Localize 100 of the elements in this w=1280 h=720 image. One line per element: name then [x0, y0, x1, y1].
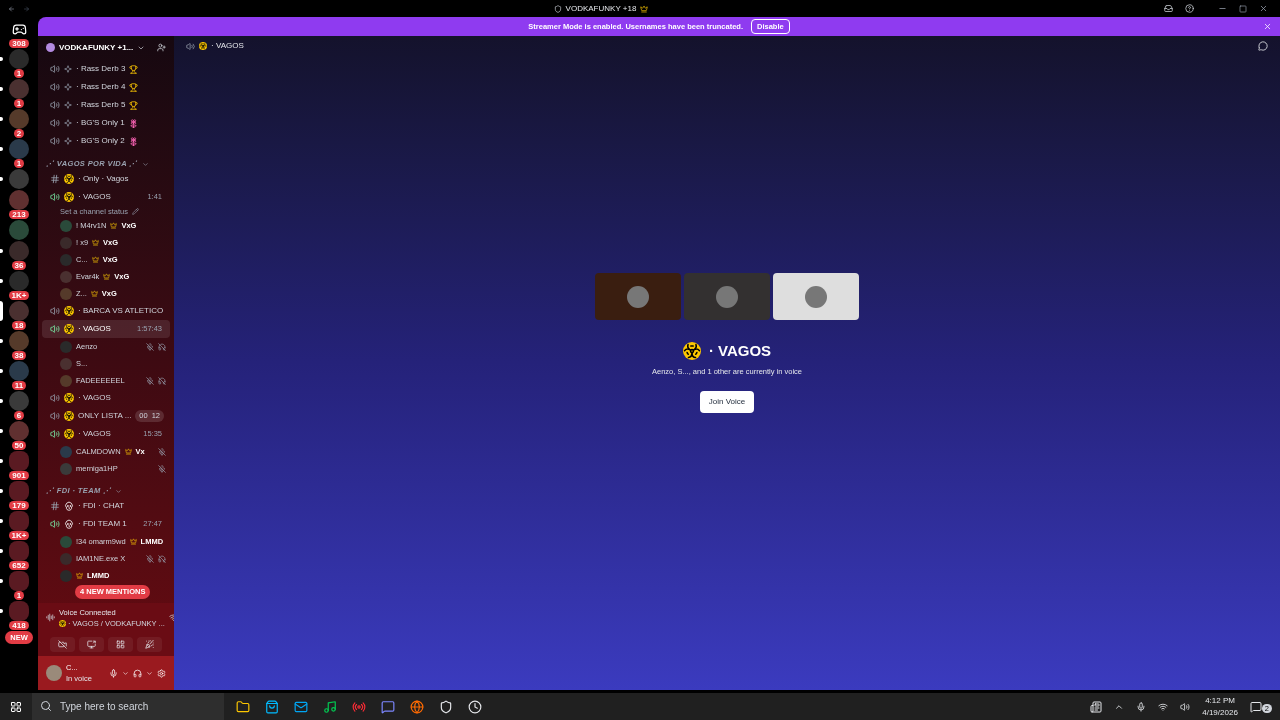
user-avatar — [46, 665, 62, 681]
speaker-icon — [50, 519, 60, 529]
screen-share-icon — [87, 640, 96, 649]
user-avatar — [627, 285, 649, 308]
volume-icon[interactable] — [1180, 701, 1191, 712]
crown-icon — [110, 222, 118, 229]
crown-icon — [90, 290, 98, 297]
app-icon[interactable] — [439, 699, 453, 714]
user-avatar — [60, 445, 72, 458]
join-voice-button[interactable]: Join Voice — [699, 390, 755, 413]
unread-badge: 36 — [11, 261, 27, 270]
user-avatar — [60, 462, 72, 475]
headphones-icon[interactable] — [133, 668, 142, 678]
channel-name: · VAGOS — [78, 392, 111, 404]
hash-icon — [50, 174, 60, 184]
server-name[interactable]: VODKAFUNKY +1... — [59, 41, 134, 54]
channel-item[interactable]: · Rass Derb 5 — [42, 96, 170, 114]
unread-badge: 418 — [9, 621, 29, 630]
news-icon[interactable] — [1090, 700, 1103, 713]
channel-name: · FDI · CHAT — [78, 500, 125, 512]
unread-badge: 308 — [9, 39, 29, 48]
taskbar-search-field[interactable]: Type here to search — [32, 693, 224, 720]
crown-icon — [92, 239, 100, 246]
unread-badge: 1K+ — [8, 291, 30, 300]
channel-name: · Rass Derb 5 — [76, 99, 126, 111]
inbox-icon[interactable] — [1164, 4, 1173, 13]
biohazard-icon — [59, 619, 66, 627]
unread-badge: 11 — [11, 381, 27, 390]
camera-off-button[interactable] — [50, 637, 75, 652]
crown-icon — [76, 572, 83, 579]
network-icon[interactable] — [1158, 701, 1169, 712]
channel-title: · VAGOS — [211, 40, 244, 52]
browser-icon[interactable] — [410, 699, 424, 714]
channel-item[interactable]: · Only · Vagos — [42, 170, 170, 188]
invite-icon[interactable] — [157, 43, 166, 52]
speaker-icon — [50, 324, 60, 334]
microphone-icon[interactable] — [1136, 701, 1147, 712]
user-avatar — [60, 569, 72, 582]
window-title: VODKAFUNKY +18 — [565, 2, 637, 15]
unread-badge: 2 — [13, 129, 25, 138]
mail-icon[interactable] — [294, 699, 308, 714]
clock-date: 4/19/2026 — [1202, 706, 1238, 719]
chevron-icon[interactable] — [122, 669, 129, 677]
speaker-icon — [50, 100, 60, 110]
speaker-icon — [50, 411, 60, 421]
speaker-icon — [50, 118, 60, 128]
channel-name: ONLY LISTA ... — [78, 410, 132, 422]
chat-app-icon[interactable] — [381, 699, 395, 714]
channel-item[interactable]: · Rass Derb 3 — [42, 60, 170, 78]
user-avatar — [60, 270, 72, 283]
user-avatar — [60, 253, 72, 266]
help-icon[interactable] — [1185, 4, 1194, 13]
music-icon[interactable] — [323, 699, 337, 714]
channel-name: · BG'S Only 1 — [76, 117, 125, 129]
unread-badge: 50 — [11, 441, 27, 450]
activities-button[interactable] — [108, 637, 133, 652]
channel-name: · VAGOS — [78, 428, 111, 440]
user-avatar — [60, 287, 72, 300]
channel-item[interactable]: · VAGOS — [42, 389, 170, 407]
store-icon[interactable] — [265, 699, 279, 714]
windows-icon — [10, 700, 22, 713]
channel-name: · VAGOS — [78, 323, 111, 335]
close-icon[interactable] — [1259, 4, 1268, 13]
crown-icon — [91, 256, 99, 263]
unread-badge: 1 — [13, 591, 25, 600]
screen-share-button[interactable] — [79, 637, 104, 652]
speaker-icon — [50, 136, 60, 146]
unread-badge: 1K+ — [8, 531, 30, 540]
back-icon[interactable] — [8, 4, 15, 13]
app-icon[interactable] — [468, 699, 482, 714]
channel-item[interactable]: · Rass Derb 4 — [42, 78, 170, 96]
chevron-icon[interactable] — [146, 669, 153, 677]
channel-name: · BARCA VS ATLETICO — [78, 305, 164, 317]
speaker-icon — [50, 393, 60, 403]
clock-time: 4:12 PM — [1205, 694, 1235, 707]
hash-icon — [50, 501, 60, 511]
unread-badge: 38 — [11, 351, 27, 360]
microphone-icon[interactable] — [109, 668, 118, 678]
channel-name: · FDI TEAM 1 — [78, 518, 127, 530]
settings-icon[interactable] — [157, 668, 166, 678]
signal-icon — [46, 613, 55, 623]
unread-badge: 213 — [9, 210, 29, 219]
controller-icon — [11, 21, 27, 37]
maximize-icon[interactable] — [1239, 4, 1247, 13]
crown-icon — [124, 448, 132, 455]
folder-icon[interactable] — [236, 699, 250, 714]
user-avatar — [60, 340, 72, 353]
search-icon — [40, 700, 52, 712]
crown-icon — [103, 273, 111, 280]
notification-icon[interactable] — [1249, 700, 1262, 713]
channel-item[interactable]: · BG'S Only 2 — [42, 132, 170, 150]
channel-item[interactable]: · BG'S Only 1 — [42, 114, 170, 132]
channel-item[interactable]: · FDI · CHAT — [42, 497, 170, 515]
camera-off-icon — [58, 640, 67, 649]
user-avatar — [60, 236, 72, 249]
speaker-icon — [186, 41, 195, 51]
channel-item[interactable]: · BARCA VS ATLETICO — [42, 302, 170, 320]
soundboard-button[interactable] — [137, 637, 162, 652]
biohazard-icon — [199, 42, 207, 50]
chat-icon[interactable] — [1258, 41, 1268, 51]
